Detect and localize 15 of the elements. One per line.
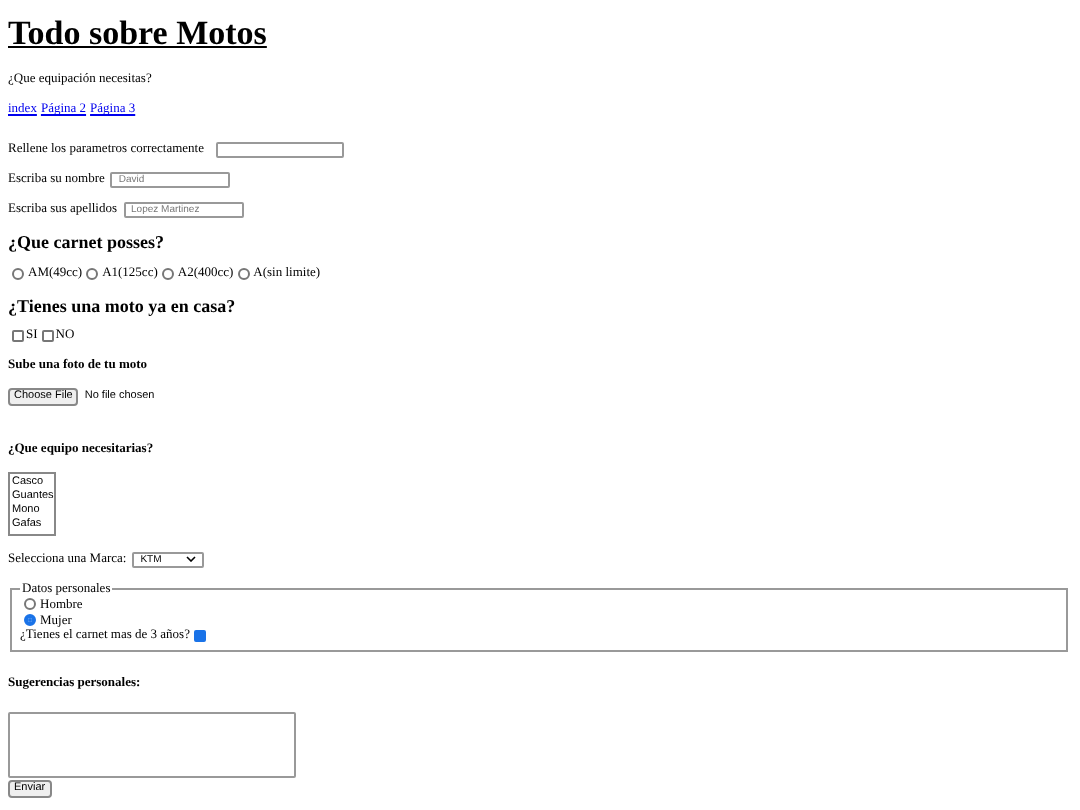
- page-title: Todo sobre Motos: [8, 14, 269, 55]
- radio-button[interactable]: [12, 267, 24, 280]
- radio-button[interactable]: [24, 614, 36, 627]
- radio-button[interactable]: [24, 598, 36, 611]
- checkbox[interactable]: [41, 330, 54, 343]
- caret-icon: [186, 556, 197, 563]
- section-heading: ¿Tienes una moto ya en casa?: [8, 295, 238, 317]
- section-heading: ¿Que carnet posses?: [8, 231, 166, 254]
- radio-button[interactable]: [237, 267, 250, 280]
- checkbox[interactable]: [12, 330, 24, 343]
- radio-button[interactable]: [86, 267, 99, 280]
- text-field[interactable]: [216, 141, 344, 158]
- checkbox[interactable]: [193, 629, 206, 642]
- suggestions-textarea[interactable]: [8, 711, 296, 778]
- radio-button[interactable]: [161, 267, 174, 280]
